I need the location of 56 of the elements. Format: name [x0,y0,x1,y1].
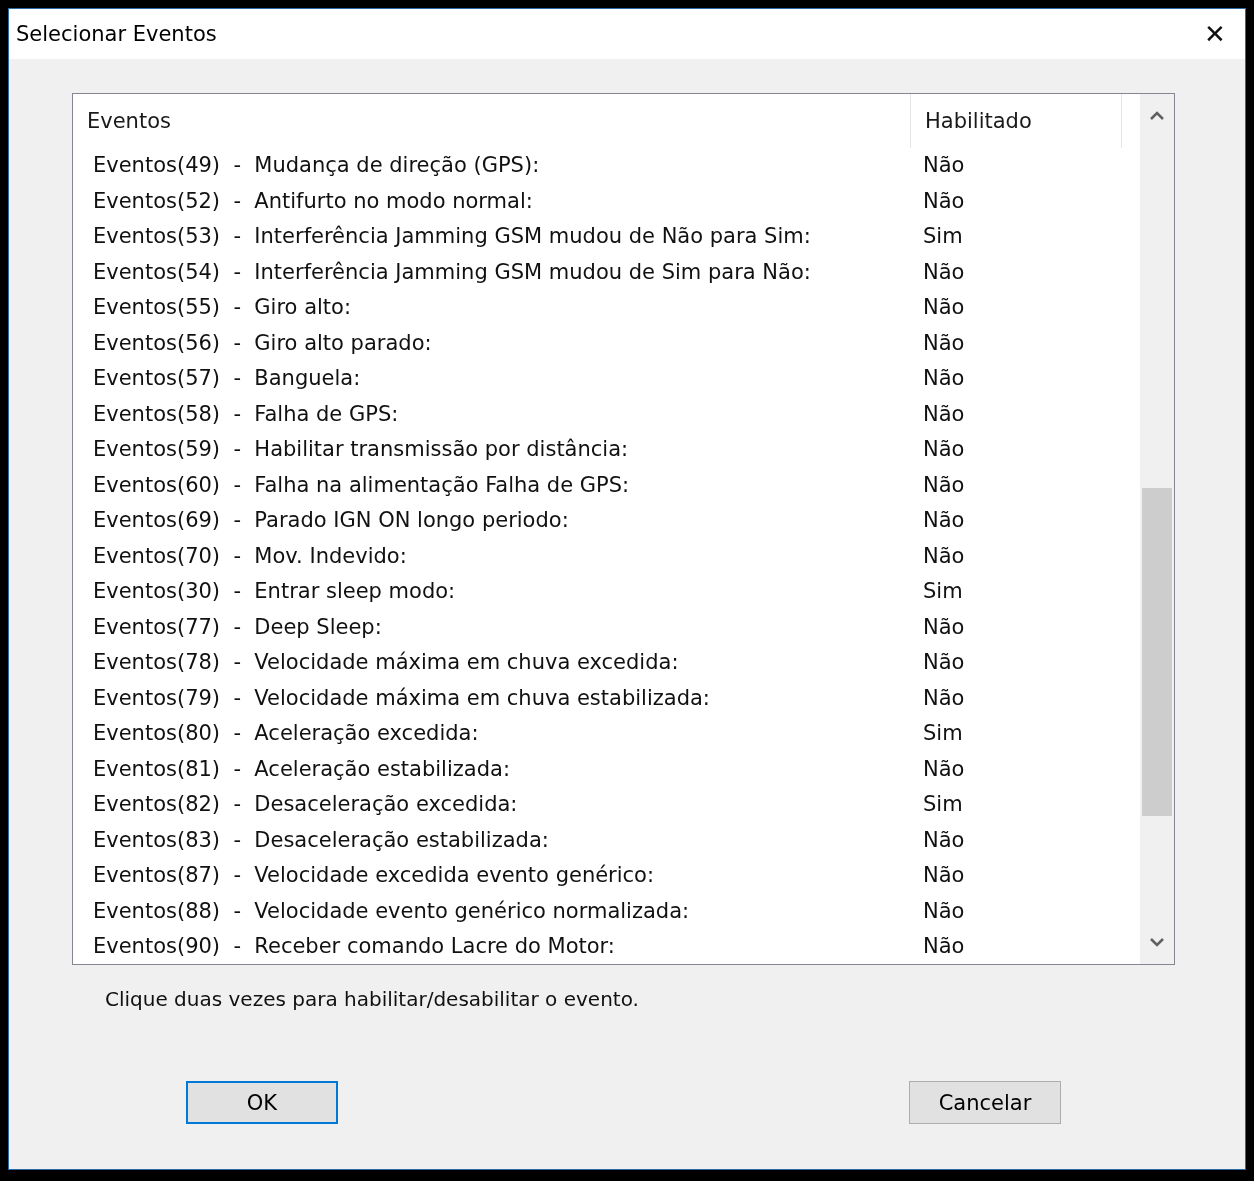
enabled-cell[interactable]: Não [911,330,1122,355]
event-cell[interactable]: Eventos(70) - Mov. Indevido: [73,543,911,568]
enabled-cell[interactable]: Não [911,508,1122,533]
event-cell[interactable]: Eventos(56) - Giro alto parado: [73,330,911,355]
event-cell[interactable]: Eventos(83) - Desaceleração estabilizada: [73,827,911,852]
event-cell[interactable]: Eventos(57) - Banguela: [73,366,911,391]
scroll-down-icon[interactable] [1149,936,1165,948]
scrollbar[interactable] [1140,94,1174,964]
event-cell[interactable]: Eventos(52) - Antifurto no modo normal: [73,188,911,213]
enabled-cell[interactable]: Não [911,401,1122,426]
event-cell[interactable]: Eventos(88) - Velocidade evento genérico normalizada: [73,898,911,923]
event-cell[interactable]: Eventos(58) - Falha de GPS: [73,401,911,426]
event-cell[interactable]: Eventos(54) - Interferência Jamming GSM mudou de Sim para Não: [73,259,911,284]
enabled-cell[interactable]: Sim [911,792,1122,817]
enabled-cell[interactable]: Sim [911,579,1122,604]
ok-button[interactable]: OK [186,1081,338,1124]
event-cell[interactable]: Eventos(60) - Falha na alimentação Falha de GPS: [73,472,911,497]
event-cell[interactable]: Eventos(59) - Habilitar transmissão por distância: [73,437,911,462]
enabled-cell[interactable]: Não [911,898,1122,923]
event-cell[interactable]: Eventos(90) - Receber comando Lacre do Motor: [73,934,911,959]
event-cell[interactable]: Eventos(55) - Giro alto: [73,295,911,320]
enabled-cell[interactable]: Sim [911,721,1122,746]
enabled-cell[interactable]: Não [911,188,1122,213]
column-header[interactable]: Eventos [73,94,911,148]
event-cell[interactable]: Eventos(78) - Velocidade máxima em chuva excedida: [73,650,911,675]
enabled-cell[interactable]: Não [911,934,1122,959]
event-cell[interactable]: Eventos(69) - Parado IGN ON longo periodo: [73,508,911,533]
enabled-cell[interactable]: Não [911,472,1122,497]
enabled-cell[interactable]: Sim [911,224,1122,249]
event-cell[interactable]: Eventos(81) - Aceleração estabilizada: [73,756,911,781]
enabled-cell[interactable]: Não [911,437,1122,462]
event-cell[interactable]: Eventos(77) - Deep Sleep: [73,614,911,639]
enabled-cell[interactable]: Não [911,259,1122,284]
enabled-cell[interactable]: Não [911,827,1122,852]
enabled-cell[interactable]: Não [911,756,1122,781]
enabled-cell[interactable]: Não [911,685,1122,710]
event-cell[interactable]: Eventos(82) - Desaceleração excedida: [73,792,911,817]
cancel-button[interactable]: Cancelar [909,1081,1061,1124]
event-cell[interactable]: Eventos(30) - Entrar sleep modo: [73,579,911,604]
scrollbar-thumb[interactable] [1142,488,1172,816]
hint-text: Clique duas vezes para habilitar/desabilitar o evento. [104,986,640,1011]
event-cell[interactable]: Eventos(79) - Velocidade máxima em chuva estabilizada: [73,685,911,710]
enabled-cell[interactable]: Não [911,366,1122,391]
enabled-cell[interactable]: Não [911,295,1122,320]
window-title: Selecionar Eventos [16,22,217,46]
enabled-cell[interactable]: Não [911,863,1122,888]
column-header[interactable]: Habilitado [911,94,1122,148]
enabled-cell[interactable]: Não [911,543,1122,568]
event-cell[interactable]: Eventos(53) - Interferência Jamming GSM mudou de Não para Sim: [73,224,911,249]
event-cell[interactable]: Eventos(49) - Mudança de direção (GPS): [73,153,911,178]
enabled-cell[interactable]: Não [911,614,1122,639]
enabled-cell[interactable]: Não [911,650,1122,675]
scroll-up-icon[interactable] [1149,110,1165,122]
event-cell[interactable]: Eventos(87) - Velocidade excedida evento genérico: [73,863,911,888]
enabled-cell[interactable]: Não [911,153,1122,178]
event-cell[interactable]: Eventos(80) - Aceleração excedida: [73,721,911,746]
